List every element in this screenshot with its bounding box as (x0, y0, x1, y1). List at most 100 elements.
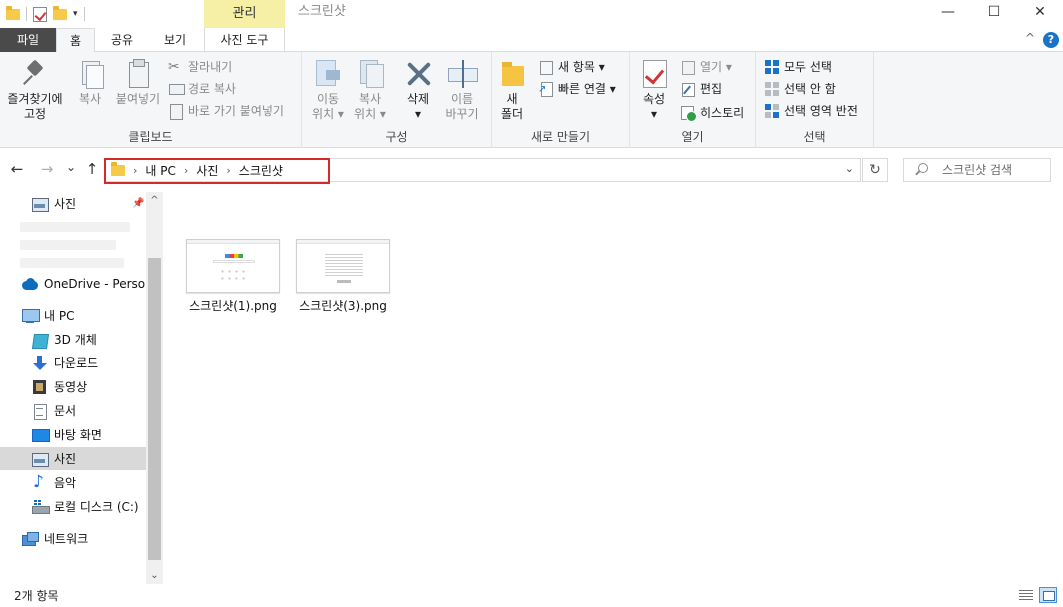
context-tab-header: 관리 (204, 0, 285, 28)
new-item-button[interactable]: 새 항목 ▾ (538, 57, 605, 77)
thumbnail-button (337, 280, 351, 283)
nav-network[interactable]: 네트워크 (0, 527, 146, 550)
nav-item-label: 3D 개체 (54, 333, 97, 347)
folder-icon[interactable] (6, 5, 20, 20)
history-button[interactable]: 히스토리 (680, 103, 744, 123)
nav-downloads[interactable]: 다운로드 (0, 351, 146, 374)
nav-item-label: 음악 (54, 476, 77, 490)
properties-icon[interactable] (33, 6, 47, 22)
nav-local-disk[interactable]: 로컬 디스크 (C:) (0, 495, 146, 518)
new-folder-icon[interactable] (53, 5, 67, 20)
nav-item-label: 문서 (54, 404, 77, 418)
group-new: 새 폴더 새 항목 ▾ 빠른 연결 ▾ 새로 만들기 (492, 52, 630, 148)
delete-button[interactable]: 삭제 ▾ (400, 58, 436, 122)
select-all-label: 모두 선택 (784, 60, 832, 74)
customize-qat-dropdown[interactable]: ▾ (73, 9, 78, 19)
address-history-dropdown[interactable]: ⌄ (845, 162, 854, 175)
copy-to-button[interactable]: 복사 위치 ▾ (350, 58, 390, 122)
breadcrumb-separator[interactable]: › (226, 164, 230, 177)
scroll-up-arrow[interactable]: ^ (146, 192, 163, 209)
qat-separator (83, 7, 85, 21)
folder-icon (111, 161, 125, 176)
help-icon[interactable]: ? (1043, 32, 1059, 48)
copy-button[interactable]: 복사 (70, 58, 110, 107)
copy-path-button[interactable]: 경로 복사 (168, 79, 236, 99)
tab-view[interactable]: 보기 (150, 28, 200, 52)
file-item[interactable]: 스크린샷(3).png (293, 239, 393, 314)
copy-to-label: 복사 위치 ▾ (354, 92, 386, 121)
title-bar: ▾ 관리 스크린샷 — ☐ ✕ (0, 0, 1063, 28)
maximize-button[interactable]: ☐ (971, 0, 1017, 24)
nav-quick-access-pictures[interactable]: 사진 (0, 192, 146, 215)
easy-access-button[interactable]: 빠른 연결 ▾ (538, 79, 616, 100)
navpane-scrollbar[interactable]: ^ ⌄ (146, 192, 163, 584)
nav-item-label: 네트워크 (44, 532, 89, 546)
paste-shortcut-button[interactable]: 바로 가기 붙여넣기 (168, 101, 284, 121)
breadcrumb-this-pc[interactable]: 내 PC (145, 162, 175, 179)
computer-icon (22, 308, 40, 323)
search-box[interactable] (903, 158, 1051, 182)
nav-onedrive[interactable]: OneDrive - Persona (0, 272, 146, 295)
close-button[interactable]: ✕ (1017, 0, 1063, 24)
new-folder-button[interactable]: 새 폴더 (498, 58, 526, 122)
group-clipboard: 즐겨찾기에 고정 복사 붙여넣기 잘라내기 경로 복사 바로 가기 붙여넣기 클… (0, 52, 302, 148)
nav-pictures[interactable]: 사진 (0, 447, 146, 470)
nav-this-pc[interactable]: 내 PC (0, 304, 146, 327)
navigation-pane: 사진 📌 OneDrive - Persona 내 PC 3D 개체 다운로드 … (0, 192, 163, 584)
tab-home[interactable]: 홈 (56, 28, 95, 53)
status-bar: 2개 항목 (0, 584, 1063, 607)
details-view-icon[interactable] (1017, 587, 1035, 603)
tab-file[interactable]: 파일 (0, 28, 56, 52)
breadcrumb-pictures[interactable]: 사진 (196, 162, 218, 179)
collapse-ribbon-button[interactable]: ^ (1025, 31, 1035, 45)
easy-access-icon (538, 80, 554, 100)
breadcrumb-separator[interactable]: › (133, 164, 137, 177)
forward-button[interactable]: → (38, 160, 56, 178)
group-open: 속성 ▾ 열기 ▾ 편집 히스토리 열기 (630, 52, 756, 148)
open-button[interactable]: 열기 ▾ (680, 57, 732, 77)
blurred-item (20, 258, 124, 268)
scroll-down-arrow[interactable]: ⌄ (146, 567, 163, 584)
tab-picture-tools[interactable]: 사진 도구 (204, 28, 285, 52)
nav-documents[interactable]: 문서 (0, 399, 146, 422)
nav-3d-objects[interactable]: 3D 개체 (0, 328, 146, 351)
breadcrumb-screenshots[interactable]: 스크린샷 (239, 162, 283, 179)
new-item-label: 새 항목 ▾ (558, 60, 605, 74)
file-thumbnail (296, 239, 390, 293)
cut-button[interactable]: 잘라내기 (168, 57, 232, 77)
minimize-button[interactable]: — (925, 0, 971, 24)
search-input[interactable] (942, 161, 1046, 179)
select-all-button[interactable]: 모두 선택 (764, 57, 832, 77)
rename-button[interactable]: 이름 바꾸기 (440, 58, 484, 122)
paste-button[interactable]: 붙여넣기 (112, 58, 164, 107)
up-button[interactable]: ↑ (83, 160, 101, 178)
group-label-organize: 구성 (385, 130, 408, 144)
invert-selection-button[interactable]: 선택 영역 반전 (764, 101, 858, 121)
large-icons-view-icon[interactable] (1039, 587, 1057, 603)
breadcrumb-separator[interactable]: › (184, 164, 188, 177)
select-none-button[interactable]: 선택 안 함 (764, 79, 836, 99)
nav-music[interactable]: 음악 (0, 471, 146, 494)
properties-button[interactable]: 속성 ▾ (636, 58, 672, 122)
address-bar[interactable]: › 내 PC › 사진 › 스크린샷 ⌄ (104, 158, 861, 184)
refresh-button[interactable]: ↻ (862, 158, 888, 182)
edit-button[interactable]: 편집 (680, 79, 722, 99)
move-to-button[interactable]: 이동 위치 ▾ (308, 58, 348, 122)
nav-item-label: 사진 (54, 197, 77, 211)
nav-desktop[interactable]: 바탕 화면 (0, 423, 146, 446)
recent-locations-dropdown[interactable]: ⌄ (62, 160, 80, 174)
new-folder-icon (498, 58, 526, 88)
nav-item-label: 동영상 (54, 380, 88, 394)
file-item[interactable]: 스크린샷(1).png (183, 239, 283, 314)
scroll-thumb[interactable] (148, 258, 161, 560)
tab-share[interactable]: 공유 (99, 28, 145, 52)
nav-videos[interactable]: 동영상 (0, 375, 146, 398)
back-button[interactable]: ← (8, 160, 26, 178)
pin-to-quick-access-button[interactable]: 즐겨찾기에 고정 (4, 58, 66, 122)
move-to-label: 이동 위치 ▾ (312, 92, 344, 121)
file-list[interactable]: 스크린샷(1).png 스크린샷(3).png (163, 192, 1063, 584)
item-count: 2개 항목 (14, 589, 59, 603)
blurred-item (20, 240, 116, 250)
rename-label: 이름 바꾸기 (445, 92, 479, 121)
copy-path-icon (168, 82, 185, 96)
